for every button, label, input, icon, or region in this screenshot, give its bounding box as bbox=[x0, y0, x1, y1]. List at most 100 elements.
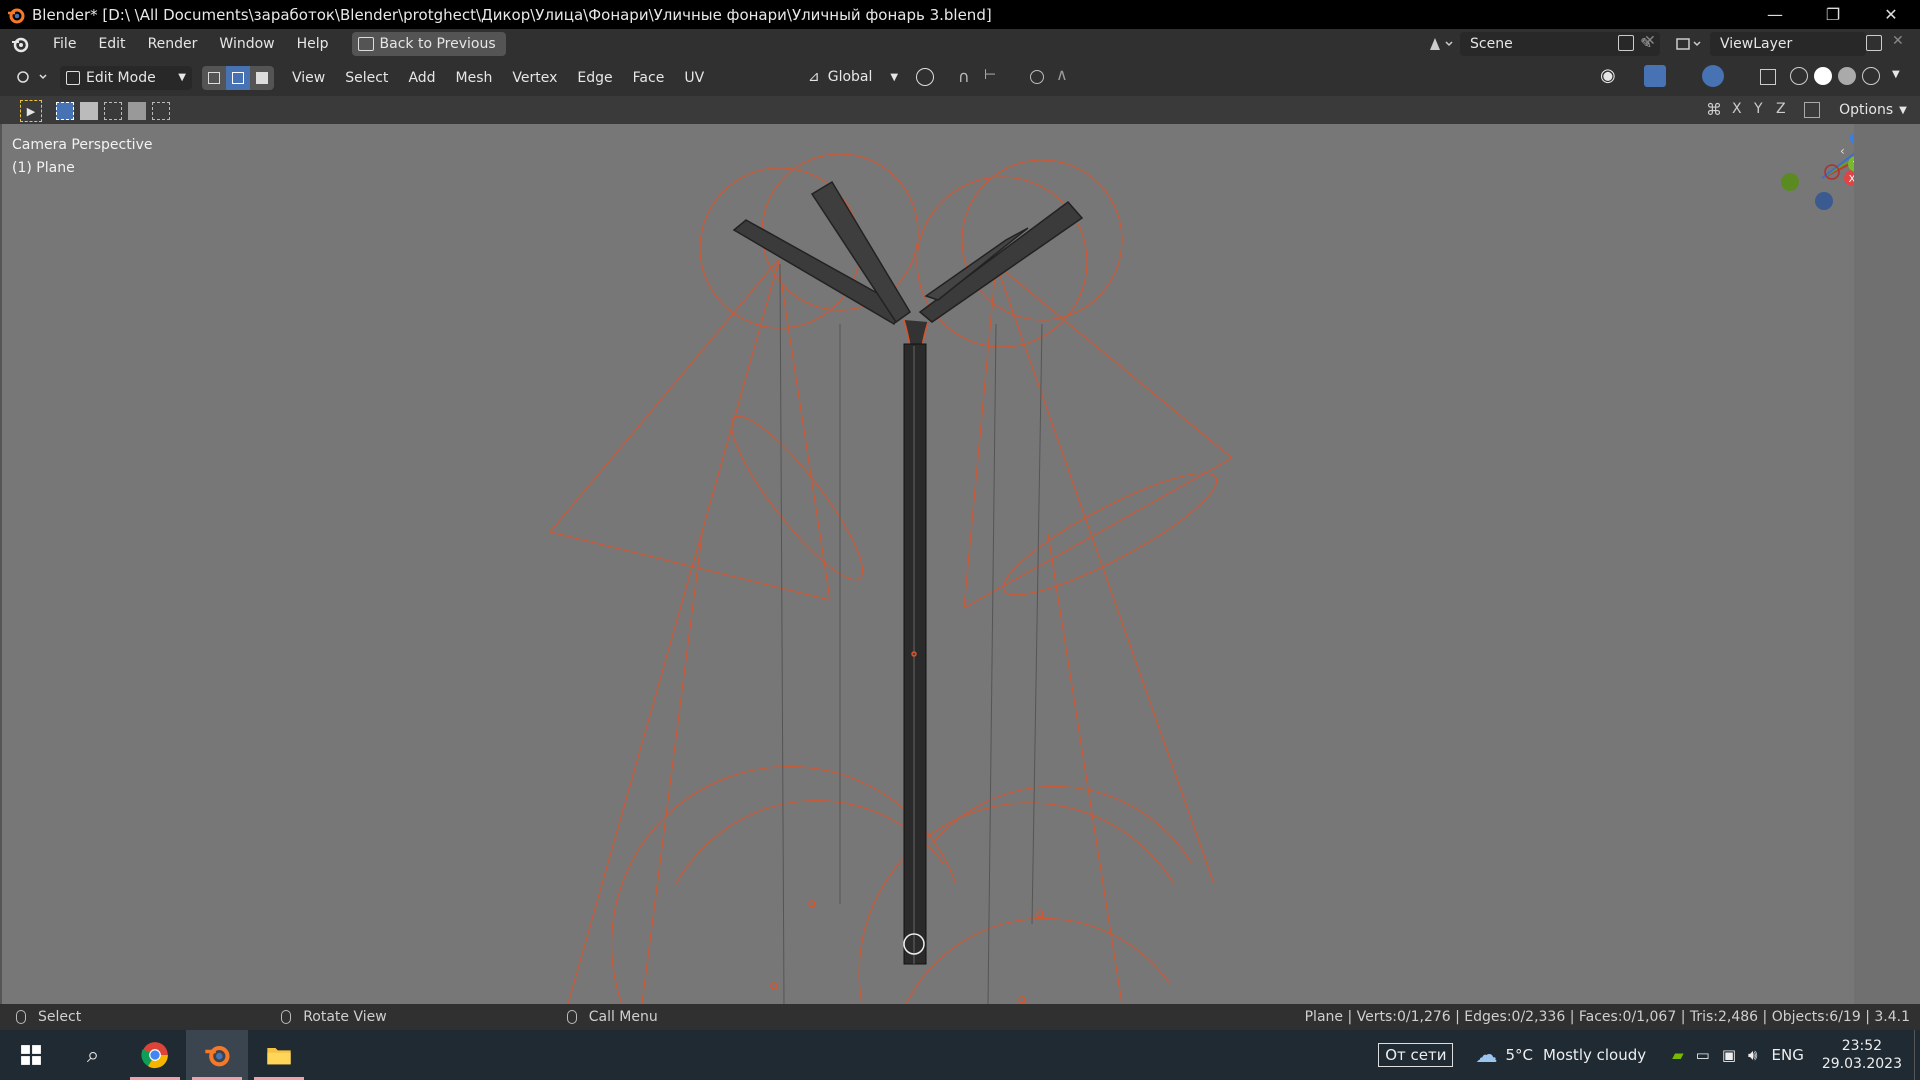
material-shading-icon[interactable] bbox=[1838, 67, 1856, 85]
visibility-icon[interactable]: ◉ bbox=[1600, 65, 1616, 86]
mouse-left-icon bbox=[16, 1010, 26, 1024]
status-bar: Select Rotate View Call Menu Plane | Ver… bbox=[0, 1004, 1920, 1030]
blender-taskbar-button[interactable] bbox=[186, 1030, 248, 1080]
battery-icon[interactable]: ▭ bbox=[1696, 1046, 1710, 1064]
viewport-edge bbox=[1854, 124, 1920, 1004]
menu-window[interactable]: Window bbox=[208, 29, 285, 59]
chrome-taskbar-button[interactable] bbox=[124, 1030, 186, 1080]
wireframe-shading-icon[interactable] bbox=[1790, 67, 1808, 85]
menu-mesh[interactable]: Mesh bbox=[446, 70, 503, 86]
edge-select-button[interactable] bbox=[226, 65, 250, 90]
select-invert-icon[interactable] bbox=[128, 102, 146, 120]
editor-type-icon[interactable] bbox=[14, 67, 54, 87]
beam-line bbox=[995, 263, 1215, 885]
back-to-previous-button[interactable]: Back to Previous bbox=[351, 32, 506, 56]
close-button[interactable]: ✕ bbox=[1862, 0, 1920, 29]
sidebar-toggle-icon[interactable]: ‹ bbox=[1840, 144, 1845, 158]
blender-icon bbox=[205, 1045, 230, 1067]
tool-header: ▶ ⌘ X Y Z Options ▼ bbox=[0, 96, 1920, 124]
search-button[interactable]: ⌕ bbox=[62, 1030, 124, 1080]
solid-shading-icon[interactable] bbox=[1814, 67, 1832, 85]
axis-y-toggle[interactable]: Y bbox=[1754, 101, 1763, 117]
mirror-icon[interactable]: ⌘ bbox=[1706, 100, 1722, 119]
menu-select[interactable]: Select bbox=[335, 70, 398, 86]
back-to-previous-label: Back to Previous bbox=[379, 36, 496, 52]
language-indicator[interactable]: ENG bbox=[1772, 1046, 1804, 1064]
new-scene-icon[interactable] bbox=[1618, 35, 1634, 51]
beam-line bbox=[641, 533, 703, 1004]
restore-button[interactable]: ❐ bbox=[1804, 0, 1862, 29]
lamp-heads bbox=[732, 180, 1084, 326]
auto-merge-icon[interactable] bbox=[1804, 102, 1820, 118]
menu-uv[interactable]: UV bbox=[674, 70, 714, 86]
scene-wireframe bbox=[549, 153, 1233, 1004]
helper-line bbox=[779, 263, 785, 1004]
viewport-header: Edit Mode ▼ View Select Add Mesh Vertex … bbox=[0, 59, 1920, 96]
select-tool-icon[interactable]: ▶ bbox=[20, 100, 42, 122]
show-desktop-button[interactable] bbox=[1914, 1030, 1920, 1080]
minimize-button[interactable]: — bbox=[1746, 0, 1804, 29]
3d-viewport[interactable]: Camera Perspective (1) Plane X ‹ bbox=[0, 124, 1854, 1004]
select-subtract-icon[interactable] bbox=[104, 102, 122, 120]
xray-toggle-icon[interactable] bbox=[1760, 69, 1776, 85]
weather-cloud-icon: ☁ bbox=[1475, 1042, 1498, 1068]
axis-x-toggle[interactable]: X bbox=[1732, 101, 1742, 117]
status-call-menu: Call Menu bbox=[588, 1009, 658, 1025]
select-extend-icon[interactable] bbox=[80, 102, 98, 120]
nvidia-icon[interactable]: ▰ bbox=[1672, 1046, 1684, 1064]
helper-line bbox=[987, 323, 997, 1004]
menu-view[interactable]: View bbox=[282, 70, 335, 86]
gizmo-toggle-icon[interactable] bbox=[1644, 65, 1666, 87]
ground-arc bbox=[931, 785, 1193, 865]
axis-z-toggle[interactable]: Z bbox=[1776, 101, 1786, 117]
delete-scene-icon[interactable]: ✕ bbox=[1644, 33, 1656, 49]
volume-icon[interactable]: 🔊︎ bbox=[1748, 1046, 1757, 1064]
window-titlebar: Blender* [D:\ \All Documents\заработок\B… bbox=[0, 0, 1920, 29]
view-layer-field[interactable]: ViewLayer bbox=[1710, 32, 1866, 56]
network-status[interactable]: От сети bbox=[1378, 1043, 1454, 1067]
view-layer-icon[interactable] bbox=[1674, 34, 1704, 54]
scene-name: Scene bbox=[1470, 36, 1513, 52]
falloff-icon[interactable]: ∧ bbox=[1056, 65, 1068, 84]
spot-cone-line bbox=[549, 259, 779, 533]
menu-file[interactable]: File bbox=[42, 29, 87, 59]
weather-description[interactable]: Mostly cloudy bbox=[1543, 1046, 1646, 1064]
menu-help[interactable]: Help bbox=[286, 29, 340, 59]
transform-orientation-select[interactable]: ⊿ Global ▼ bbox=[808, 65, 898, 89]
snap-target-icon[interactable]: ⊢ bbox=[984, 67, 996, 83]
menu-render[interactable]: Render bbox=[137, 29, 209, 59]
network-icon[interactable]: ▣ bbox=[1722, 1046, 1736, 1064]
back-icon bbox=[357, 37, 374, 51]
pivot-point-icon[interactable] bbox=[916, 68, 934, 86]
overlay-toggle-icon[interactable] bbox=[1702, 65, 1724, 87]
windows-taskbar: ⌕ От сети ☁ 5°C Mostly cloudy ▰ ▭ ▣ 🔊︎ E… bbox=[0, 1030, 1920, 1080]
vertex-select-button[interactable] bbox=[202, 65, 226, 90]
chevron-down-icon[interactable]: ▼ bbox=[1892, 69, 1900, 80]
mode-select[interactable]: Edit Mode ▼ bbox=[60, 65, 192, 90]
explorer-taskbar-button[interactable] bbox=[248, 1030, 310, 1080]
beam-line bbox=[567, 263, 779, 1004]
proportional-edit-icon[interactable] bbox=[1030, 70, 1044, 84]
options-dropdown[interactable]: Options ▼ bbox=[1830, 98, 1916, 122]
new-view-layer-icon[interactable] bbox=[1866, 35, 1882, 51]
spot-cone-line bbox=[963, 457, 1233, 609]
delete-view-layer-icon[interactable]: ✕ bbox=[1892, 33, 1904, 49]
mouse-middle-icon bbox=[281, 1010, 292, 1024]
start-button[interactable] bbox=[0, 1030, 62, 1080]
face-select-button[interactable] bbox=[250, 65, 274, 90]
select-new-icon[interactable] bbox=[56, 102, 74, 120]
menu-edit[interactable]: Edit bbox=[87, 29, 136, 59]
rendered-shading-icon[interactable] bbox=[1862, 67, 1880, 85]
select-mode-group bbox=[202, 65, 274, 90]
menu-vertex[interactable]: Vertex bbox=[502, 70, 567, 86]
select-intersect-icon[interactable] bbox=[152, 102, 170, 120]
search-icon: ⌕ bbox=[86, 1042, 100, 1068]
scene-icon[interactable] bbox=[1426, 34, 1456, 54]
menu-edge[interactable]: Edge bbox=[567, 70, 622, 86]
snap-icon[interactable]: ∩ bbox=[958, 67, 970, 86]
clock[interactable]: 23:52 29.03.2023 bbox=[1822, 1037, 1902, 1073]
menu-add[interactable]: Add bbox=[398, 70, 445, 86]
menu-face[interactable]: Face bbox=[623, 70, 675, 86]
blender-menu-icon[interactable] bbox=[10, 34, 30, 54]
weather-temperature[interactable]: 5°C bbox=[1505, 1046, 1533, 1064]
